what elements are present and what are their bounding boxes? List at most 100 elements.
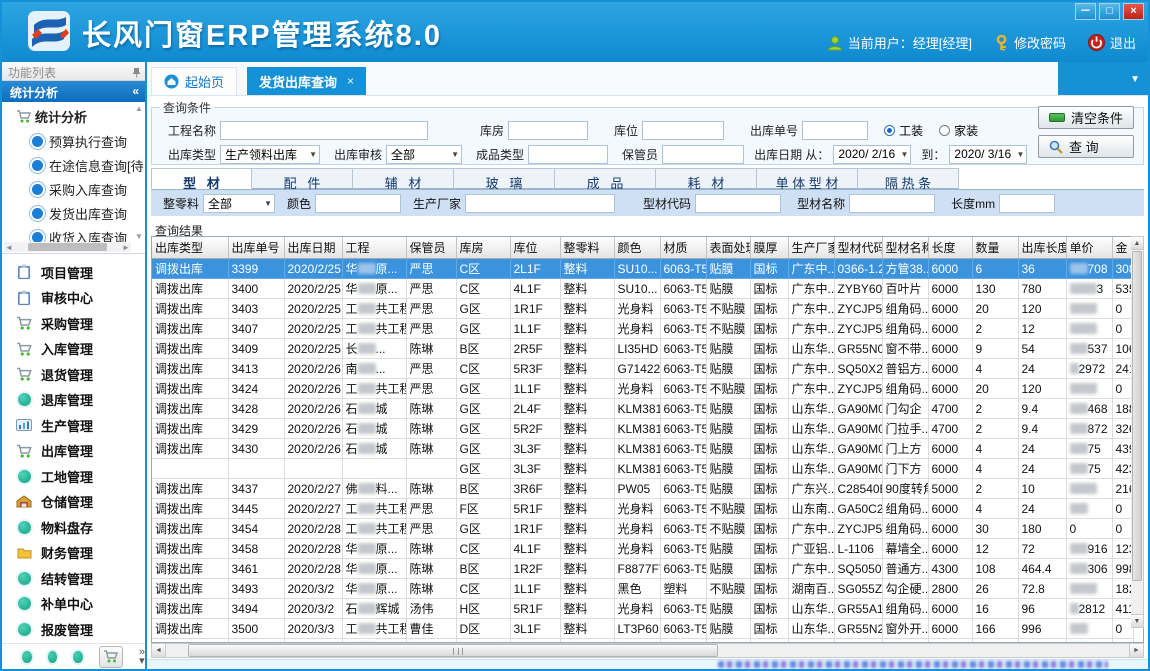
sidebar-item-审核中心[interactable]: 审核中心 <box>2 286 145 310</box>
table-row[interactable]: 调拨出库34372020/2/27佛料...陈琳B区3R6F整料PW056063… <box>152 479 1133 499</box>
search-button[interactable]: 查 询 <box>1038 135 1134 158</box>
tree-item[interactable]: 在途信息查询[待 <box>8 153 143 177</box>
sidebar-item-退库管理[interactable]: 退库管理 <box>2 388 145 412</box>
product-type-input[interactable] <box>528 145 608 164</box>
table-row[interactable]: 调拨出库34612020/2/28华原...陈琳B区1R2F整料F8877FT6… <box>152 559 1133 579</box>
table-row[interactable]: 调拨出库34582020/2/28华原...陈琳C区4L1F整料光身料6063-… <box>152 539 1133 559</box>
tree-horizontal-scrollbar[interactable]: ◄ ► <box>4 242 131 252</box>
material-tab[interactable]: 型 材 <box>151 168 252 189</box>
collapse-icon[interactable]: « <box>132 84 139 102</box>
column-header[interactable]: 工程 <box>342 237 406 259</box>
sidebar-item-物料盘存[interactable]: 物料盘存 <box>2 515 145 539</box>
column-header[interactable]: 库房 <box>456 237 510 259</box>
tab-close-icon[interactable]: × <box>347 74 354 88</box>
material-tab[interactable]: 玻 璃 <box>454 168 555 189</box>
material-tab[interactable]: 隔 热 条 <box>858 168 959 189</box>
keeper-input[interactable] <box>662 145 744 164</box>
vscroll-thumb[interactable] <box>1132 251 1142 581</box>
pin-icon[interactable] <box>132 67 141 78</box>
tree-vertical-scrollbar[interactable]: ▲▼ <box>134 104 144 241</box>
table-row[interactable]: G区3L3F整料KLM38176063-T5贴膜国标山东华...GA90M09.… <box>152 459 1133 479</box>
table-row[interactable]: 调拨出库35002020/3/3工共工程曹佳D区3L1F整料LT3P606063… <box>152 619 1133 639</box>
tree-root-statistics[interactable]: 统计分析 <box>8 106 143 129</box>
material-tab[interactable]: 耗 材 <box>656 168 757 189</box>
length-input[interactable] <box>999 194 1055 213</box>
maximize-button[interactable]: □ <box>1099 3 1120 20</box>
vertical-scrollbar[interactable]: ▲ ▼ <box>1131 236 1144 628</box>
table-row[interactable]: 调拨出库34282020/2/26石城陈琳G区2L4F整料KLM38176063… <box>152 399 1133 419</box>
column-header[interactable]: 型材代码 <box>834 237 882 259</box>
column-header[interactable]: 生产厂家 <box>788 237 834 259</box>
sidebar-item-工地管理[interactable]: 工地管理 <box>2 464 145 488</box>
tree-item[interactable]: 发货出库查询 <box>8 201 143 225</box>
table-row[interactable]: 调拨出库34292020/2/26石城陈琳G区5R2F整料KLM38176063… <box>152 419 1133 439</box>
table-row[interactable]: 调拨出库34242020/2/26工共工程严思G区1L1F整料光身料6063-T… <box>152 379 1133 399</box>
column-header[interactable]: 出库类型 <box>152 237 228 259</box>
column-header[interactable]: 保管员 <box>406 237 456 259</box>
dot-icon[interactable] <box>73 651 83 663</box>
tree-hscroll-thumb[interactable] <box>28 243 107 251</box>
tab-shipment-outbound-query[interactable]: 发货出库查询 × <box>247 67 366 95</box>
scroll-right-icon[interactable]: ► <box>121 243 131 252</box>
column-header[interactable]: 单价 <box>1066 237 1112 259</box>
sidebar-item-出库管理[interactable]: 出库管理 <box>2 439 145 463</box>
column-header[interactable]: 长度 <box>928 237 972 259</box>
scroll-right-icon[interactable]: ► <box>1129 644 1143 657</box>
profile-name-input[interactable] <box>849 194 935 213</box>
table-row[interactable]: 调拨出库34092020/2/25长...陈琳B区2R5F整料LI35HD606… <box>152 339 1133 359</box>
table-row[interactable]: 调拨出库34072020/2/25工共工程严思G区1L1F整料光身料6063-T… <box>152 319 1133 339</box>
table-row[interactable]: 调拨出库34032020/2/25工共工程严思G区1R1F整料光身料6063-T… <box>152 299 1133 319</box>
column-header[interactable]: 型材名称 <box>882 237 928 259</box>
tree-item[interactable]: 采购入库查询 <box>8 177 143 201</box>
more-items-button[interactable]: »▾ <box>139 648 145 666</box>
table-row[interactable]: 调拨出库34452020/2/27工共工程严思F区5R1F整料光身料6063-T… <box>152 499 1133 519</box>
column-header[interactable]: 材质 <box>660 237 706 259</box>
sidebar-item-结转管理[interactable]: 结转管理 <box>2 566 145 590</box>
table-row[interactable]: 调拨出库34942020/3/2石辉城汤伟H区5R1F整料光身料6063-T5贴… <box>152 599 1133 619</box>
warehouse-input[interactable] <box>508 121 588 140</box>
radio-tooling[interactable]: 工装 <box>884 122 923 139</box>
column-header[interactable]: 膜厚 <box>750 237 788 259</box>
sidebar-item-退货管理[interactable]: 退货管理 <box>2 362 145 386</box>
tab-list-dropdown-icon[interactable]: ▼ <box>1130 74 1140 85</box>
column-header[interactable]: 表面处理 <box>706 237 750 259</box>
sidebar-section-header[interactable]: 统计分析 « <box>2 81 145 102</box>
date-from-select[interactable]: 2020/ 2/16▼ <box>833 145 911 164</box>
sidebar-item-仓储管理[interactable]: 仓储管理 <box>2 490 145 514</box>
material-tab[interactable]: 单 体 型 材 <box>757 168 858 189</box>
material-tab[interactable]: 配 件 <box>252 168 353 189</box>
column-header[interactable]: 颜色 <box>614 237 660 259</box>
whole-part-select[interactable]: 全部▼ <box>203 194 275 213</box>
location-input[interactable] <box>642 121 724 140</box>
column-header[interactable]: 出库单号 <box>228 237 284 259</box>
sidebar-item-报废管理[interactable]: 报废管理 <box>2 617 145 641</box>
column-header[interactable]: 金 <box>1112 237 1133 259</box>
table-row[interactable]: 调拨出库34542020/2/28工共工程严思G区1R1F整料光身料6063-T… <box>152 519 1133 539</box>
scroll-up-icon[interactable]: ▲ <box>1131 237 1143 250</box>
sidebar-item-入库管理[interactable]: 入库管理 <box>2 337 145 361</box>
hscroll-thumb[interactable] <box>188 644 718 657</box>
tab-home[interactable]: 起始页 <box>151 67 237 95</box>
out-audit-select[interactable]: 全部▼ <box>386 145 462 164</box>
color-input[interactable] <box>315 194 401 213</box>
change-password-button[interactable]: 修改密码 <box>994 33 1066 52</box>
scroll-left-icon[interactable]: ◄ <box>152 644 166 657</box>
logout-button[interactable]: 退出 <box>1088 33 1136 52</box>
table-row[interactable]: 调拨出库34932020/3/2华原...陈琳C区1L1F整料黑色塑料不贴膜国标… <box>152 579 1133 599</box>
project-name-input[interactable] <box>220 121 428 140</box>
close-button[interactable]: × <box>1123 3 1144 20</box>
cart-button[interactable] <box>99 646 123 668</box>
manufacturer-input[interactable] <box>465 194 615 213</box>
table-row[interactable]: 调拨出库34132020/2/26南...严思C区5R3F整料G71422606… <box>152 359 1133 379</box>
scroll-left-icon[interactable]: ◄ <box>4 243 14 252</box>
dot-icon[interactable] <box>48 651 58 663</box>
scroll-down-icon[interactable]: ▼ <box>1131 614 1143 627</box>
column-header[interactable]: 数量 <box>972 237 1018 259</box>
dot-icon[interactable] <box>22 651 32 663</box>
tree-item[interactable]: 预算执行查询 <box>8 129 143 153</box>
column-header[interactable]: 出库日期 <box>284 237 342 259</box>
column-header[interactable]: 出库长度 <box>1018 237 1066 259</box>
table-row[interactable]: 调拨出库34302020/2/26石城陈琳G区3L3F整料KLM38176063… <box>152 439 1133 459</box>
out-type-select[interactable]: 生产领料出库▼ <box>220 145 320 164</box>
clear-conditions-button[interactable]: 清空条件 <box>1038 106 1134 129</box>
